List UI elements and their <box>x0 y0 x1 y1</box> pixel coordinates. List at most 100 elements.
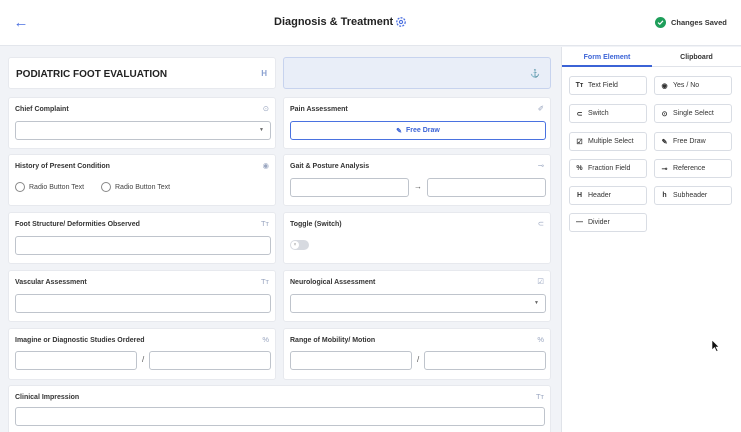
pain-assessment-label: Pain Assessment <box>290 106 348 113</box>
gear-icon[interactable] <box>395 16 407 28</box>
divider-icon: — <box>576 219 583 226</box>
element-header-label: Header <box>588 192 611 199</box>
element-multiple-select-label: Multiple Select <box>588 138 634 145</box>
reference-icon: ⊸ <box>537 161 544 170</box>
check-circle-icon <box>655 17 666 28</box>
mouse-cursor-icon <box>711 339 720 352</box>
foot-structure-card[interactable]: Foot Structure/ Deformities Observed Tт <box>8 212 276 264</box>
imaging-label: Imagine or Diagnostic Studies Ordered <box>15 337 145 344</box>
element-divider-label: Divider <box>588 219 610 226</box>
foot-structure-label: Foot Structure/ Deformities Observed <box>15 221 140 228</box>
element-single-select[interactable]: ⊙ Single Select <box>654 104 732 123</box>
form-title: PODIATRIC FOOT EVALUATION <box>16 69 168 80</box>
element-multiple-select[interactable]: ☑ Multiple Select <box>569 132 647 151</box>
neurological-card[interactable]: Neurological Assessment ☑ ▼ <box>283 270 551 322</box>
free-draw-label: Free Draw <box>406 127 440 134</box>
pencil-icon: ✐ <box>537 104 544 113</box>
element-reference-label: Reference <box>673 165 706 172</box>
element-divider[interactable]: — Divider <box>569 213 647 232</box>
tab-form-element[interactable]: Form Element <box>562 51 652 67</box>
gait-input-to[interactable] <box>427 178 546 197</box>
switch-icon: ⊂ <box>576 110 583 118</box>
fraction-separator: / <box>417 355 420 364</box>
text-field-icon: Tт <box>260 277 269 286</box>
text-field-icon: Tт <box>575 82 584 89</box>
element-single-select-label: Single Select <box>673 110 714 117</box>
pain-assessment-card[interactable]: Pain Assessment ✐ ✎ Free Draw <box>283 97 551 149</box>
neurological-label: Neurological Assessment <box>290 279 376 286</box>
toggle-switch[interactable]: × <box>290 240 309 250</box>
element-text-field-label: Text Field <box>588 82 618 89</box>
element-switch[interactable]: ⊂ Switch <box>569 104 647 123</box>
chief-complaint-select[interactable]: ▼ <box>15 121 271 140</box>
top-bar: ← Diagnosis & Treatment Changes Saved <box>0 0 741 46</box>
element-header[interactable]: H Header <box>569 186 647 205</box>
tab-clipboard[interactable]: Clipboard <box>652 51 741 67</box>
page-title: Diagnosis & Treatment <box>274 16 394 28</box>
chevron-down-icon: ▼ <box>259 127 264 133</box>
toggle-label: Toggle (Switch) <box>290 221 342 228</box>
element-free-draw-label: Free Draw <box>673 138 706 145</box>
radio-option-1-label: Radio Button Text <box>29 183 85 191</box>
fraction-icon: % <box>576 165 583 172</box>
radio-icon: ◉ <box>661 82 668 90</box>
multi-select-icon: ☑ <box>537 277 544 286</box>
vascular-label: Vascular Assessment <box>15 279 87 286</box>
text-field-icon: Tт <box>535 392 544 401</box>
form-canvas: PODIATRIC FOOT EVALUATION H ⚓ Chief Comp… <box>0 47 561 432</box>
neurological-select[interactable]: ▼ <box>290 294 546 313</box>
back-arrow-icon[interactable]: ← <box>12 14 30 32</box>
chief-complaint-card[interactable]: Chief Complaint ⊙ ▼ <box>8 97 276 149</box>
gait-label: Gait & Posture Analysis <box>290 163 370 170</box>
element-panel: Form Element Clipboard Tт Text Field ◉ Yes… <box>561 47 741 432</box>
vascular-input[interactable] <box>15 294 271 313</box>
radio-icon: ◉ <box>262 161 269 170</box>
form-title-card[interactable]: PODIATRIC FOOT EVALUATION H <box>8 57 276 89</box>
range-card[interactable]: Range of Mobility/ Motion % / <box>283 328 551 380</box>
text-field-icon: Tт <box>260 219 269 228</box>
single-select-icon: ⊙ <box>262 104 269 113</box>
element-yes-no[interactable]: ◉ Yes / No <box>654 76 732 95</box>
radio-option-1[interactable]: Radio Button Text <box>15 182 84 192</box>
chevron-down-icon: ▼ <box>534 300 539 306</box>
imaging-input-denominator[interactable] <box>149 351 271 370</box>
drag-handle-icon[interactable]: ⚓ <box>530 69 540 78</box>
history-card[interactable]: History of Present Condition ◉ Radio But… <box>8 154 276 206</box>
toggle-card[interactable]: Toggle (Switch) ⊂ × <box>283 212 551 264</box>
pencil-icon: ✎ <box>396 127 402 135</box>
vascular-card[interactable]: Vascular Assessment Tт <box>8 270 276 322</box>
radio-option-2[interactable]: Radio Button Text <box>101 182 170 192</box>
reference-icon: ⊸ <box>661 165 668 173</box>
chief-complaint-label: Chief Complaint <box>15 106 69 113</box>
history-label: History of Present Condition <box>15 163 110 170</box>
element-switch-label: Switch <box>588 110 609 117</box>
foot-structure-input[interactable] <box>15 236 271 255</box>
clinical-impression-card[interactable]: Clinical Impression Tт <box>8 385 551 432</box>
fraction-icon: % <box>262 335 269 344</box>
checkbox-icon: ☑ <box>576 138 583 146</box>
element-reference[interactable]: ⊸ Reference <box>654 159 732 178</box>
save-status: Changes Saved <box>655 17 727 28</box>
element-fraction-field[interactable]: % Fraction Field <box>569 159 647 178</box>
range-input-denominator[interactable] <box>424 351 546 370</box>
element-fraction-field-label: Fraction Field <box>588 165 631 172</box>
element-text-field[interactable]: Tт Text Field <box>569 76 647 95</box>
placeholder-drop-card[interactable]: ⚓ <box>283 57 551 89</box>
range-input-numerator[interactable] <box>290 351 412 370</box>
radio-option-2-label: Radio Button Text <box>115 183 171 191</box>
arrow-right-icon: → <box>414 182 422 191</box>
element-free-draw[interactable]: ✎ Free Draw <box>654 132 732 151</box>
clinical-impression-label: Clinical Impression <box>15 394 80 401</box>
fraction-separator: / <box>142 355 145 364</box>
free-draw-button[interactable]: ✎ Free Draw <box>290 121 546 140</box>
gait-card[interactable]: Gait & Posture Analysis ⊸ → <box>283 154 551 206</box>
element-yes-no-label: Yes / No <box>673 82 700 89</box>
imaging-card[interactable]: Imagine or Diagnostic Studies Ordered % … <box>8 328 276 380</box>
radio-circle-icon <box>15 182 25 192</box>
gait-input-from[interactable] <box>290 178 409 197</box>
header-icon: H <box>261 69 267 78</box>
element-subheader-label: Subheader <box>673 192 708 199</box>
element-subheader[interactable]: h Subheader <box>654 186 732 205</box>
clinical-impression-input[interactable] <box>15 407 545 426</box>
imaging-input-numerator[interactable] <box>15 351 137 370</box>
